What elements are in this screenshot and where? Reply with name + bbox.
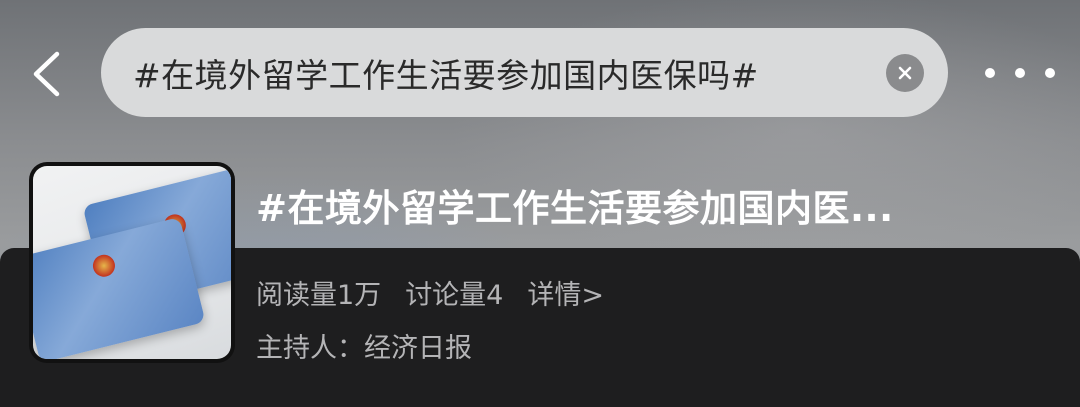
topic-thumbnail[interactable] [29, 162, 235, 363]
details-link[interactable]: 详情> [527, 273, 604, 312]
search-input[interactable]: #在境外留学工作生活要参加国内医保吗# [133, 49, 886, 97]
back-button[interactable] [24, 44, 68, 104]
more-horizontal-icon [1015, 68, 1025, 78]
social-security-card-image [33, 217, 206, 359]
more-options-button[interactable] [985, 58, 1055, 88]
topic-stats: 阅读量1万 讨论量4 详情> [256, 273, 604, 312]
chevron-left-icon [33, 51, 60, 97]
thumbnail-image [33, 166, 231, 359]
topic-title: #在境外留学工作生活要参加国内医... [256, 187, 894, 230]
clear-search-button[interactable] [886, 53, 924, 92]
more-horizontal-icon [985, 68, 995, 78]
search-bar[interactable]: #在境外留学工作生活要参加国内医保吗# [101, 28, 948, 117]
emblem-icon [90, 252, 118, 280]
discussion-count: 讨论量4 [405, 280, 504, 311]
topic-host: 主持人：经济日报 [256, 333, 472, 364]
close-icon [898, 66, 912, 79]
read-count: 阅读量1万 [256, 280, 382, 311]
more-horizontal-icon [1045, 68, 1055, 78]
